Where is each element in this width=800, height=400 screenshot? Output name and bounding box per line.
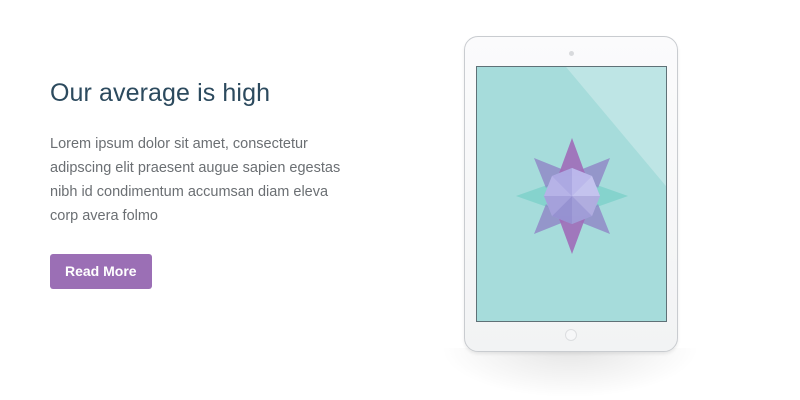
tablet-icon [464, 36, 678, 352]
tablet-shadow [440, 348, 700, 398]
screen-glare [566, 67, 666, 187]
feature-text-block: Our average is high Lorem ipsum dolor si… [50, 78, 350, 289]
tablet-mockup [430, 30, 710, 400]
feature-heading: Our average is high [50, 79, 271, 107]
tablet-screen [476, 66, 667, 322]
feature-section: Our average is high Lorem ipsum dolor si… [0, 0, 800, 400]
home-button-icon [565, 329, 577, 341]
feature-description: Lorem ipsum dolor sit amet, consectetur … [50, 136, 341, 224]
read-more-button[interactable]: Read More [50, 254, 152, 289]
camera-icon [568, 51, 574, 56]
